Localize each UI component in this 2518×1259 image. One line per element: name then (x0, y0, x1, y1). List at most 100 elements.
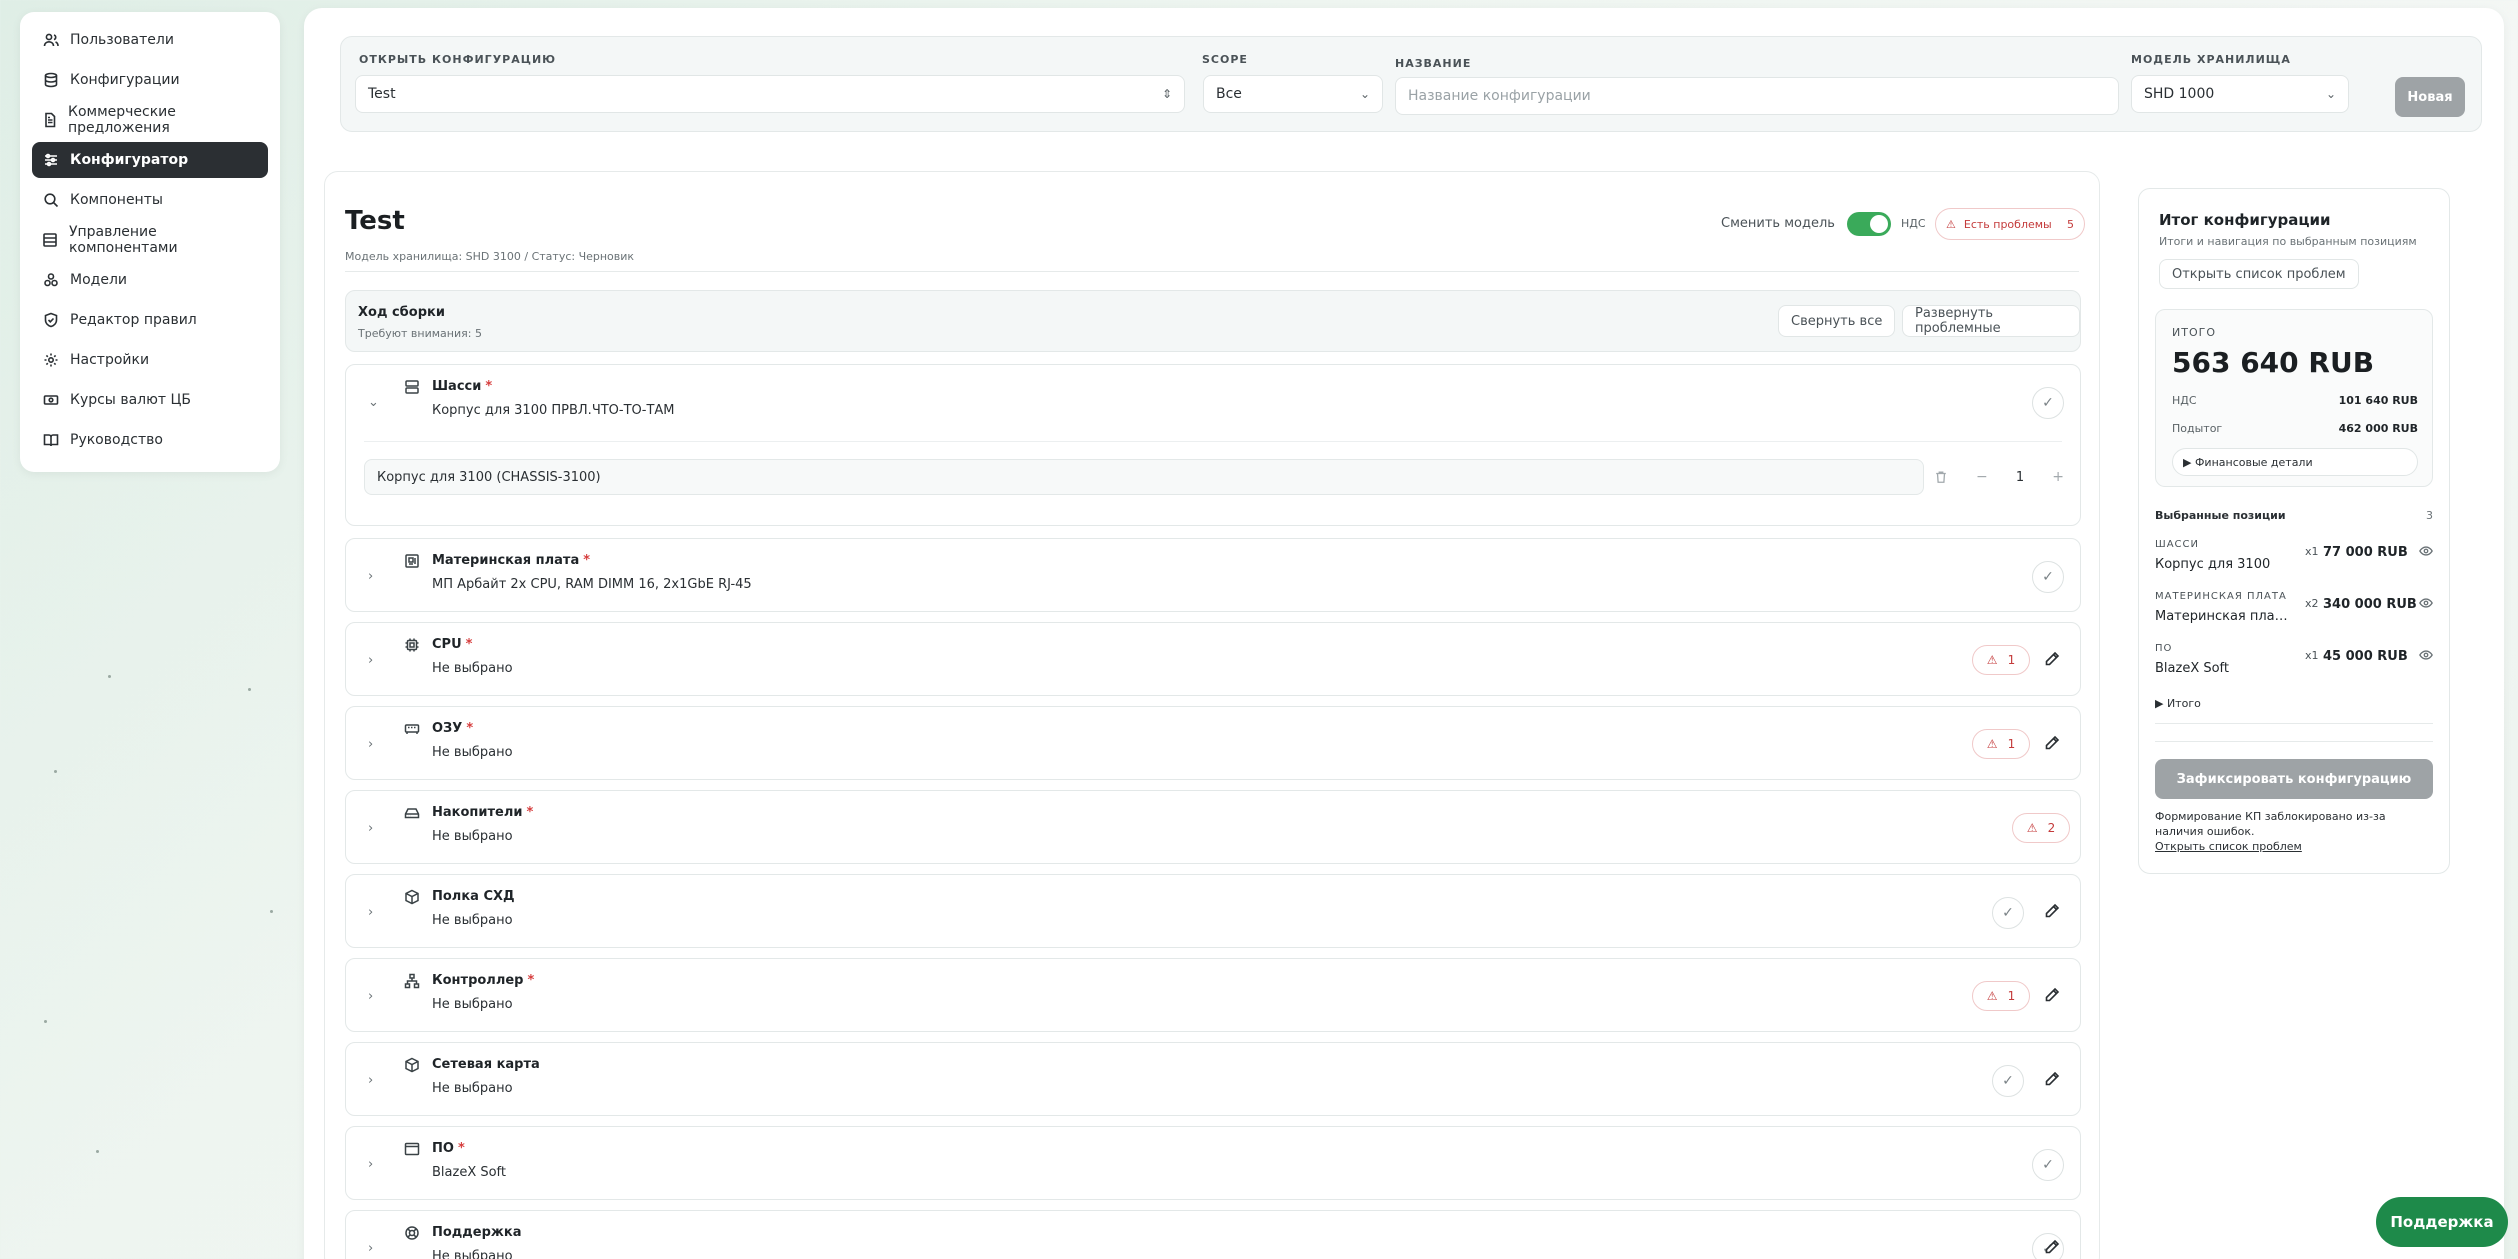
sidebar-item-guide[interactable]: Руководство (32, 422, 268, 458)
new-config-button[interactable]: Новая (2395, 77, 2465, 117)
chevron-right-icon[interactable]: › (368, 1073, 373, 1088)
pencil-icon[interactable] (2044, 1071, 2062, 1089)
open-config-select[interactable]: Test ⇕ (355, 75, 1185, 113)
summary-title: Итог конфигурации (2159, 211, 2331, 229)
scope-select[interactable]: Все ⌄ (1203, 75, 1383, 113)
component-row-drives[interactable]: › Накопители * Не выбрано ⚠ 2 (345, 790, 2081, 864)
sidebar-item-models[interactable]: Модели (32, 262, 268, 298)
component-row-support[interactable]: › Поддержка Не выбрано ✓ (345, 1210, 2081, 1259)
plus-icon[interactable]: + (2052, 469, 2064, 485)
check-icon: ✓ (2032, 387, 2064, 419)
quantity-stepper[interactable]: − 1 + (1954, 459, 2064, 495)
selected-items-header: Выбранные позиции 3 (2155, 509, 2433, 522)
required-mark: * (465, 637, 473, 652)
support-button[interactable]: Поддержка (2376, 1197, 2508, 1247)
total-toggle[interactable]: ▶ Итого (2155, 697, 2201, 710)
warning-icon: ⚠ (1986, 989, 1998, 1003)
warning-badge[interactable]: ⚠ 1 (1972, 981, 2030, 1011)
chevron-down-icon[interactable]: ⌄ (368, 395, 379, 410)
warning-badge[interactable]: ⚠ 1 (1972, 729, 2030, 759)
check-icon: ✓ (1992, 897, 2024, 929)
document-icon (42, 111, 58, 129)
fix-configuration-button[interactable]: Зафиксировать конфигурацию (2155, 759, 2433, 799)
eye-icon[interactable] (2419, 595, 2433, 614)
vat-toggle[interactable] (1847, 212, 1891, 236)
chassis-detail-field: Корпус для 3100 (CHASSIS-3100) (364, 459, 1924, 495)
open-issues-button[interactable]: Открыть список проблем (2159, 259, 2359, 289)
component-row-motherboard[interactable]: › Материнская плата * МП Арбайт 2x CPU, R… (345, 538, 2081, 612)
sidebar: Пользователи Конфигурации Коммерческие п… (20, 12, 280, 472)
chevron-right-icon[interactable]: › (368, 653, 373, 668)
component-row-storage-shelf[interactable]: › Полка СХД Не выбрано ✓ (345, 874, 2081, 948)
eye-icon[interactable] (2419, 543, 2433, 562)
subtotal-line: Подытог 462 000 RUB (2172, 422, 2418, 435)
check-icon: ✓ (2032, 561, 2064, 593)
collapse-all-button[interactable]: Свернуть все (1778, 305, 1896, 337)
sidebar-item-label: Руководство (70, 432, 163, 448)
chevron-right-icon[interactable]: › (368, 1241, 373, 1256)
open-issues-link[interactable]: Открыть список проблем (2155, 840, 2302, 853)
sidebar-item-currency-rates[interactable]: Курсы валют ЦБ (32, 382, 268, 418)
trash-icon[interactable] (1934, 469, 1948, 488)
component-row-controller[interactable]: › Контроллер * Не выбрано ⚠ 1 (345, 958, 2081, 1032)
config-subtitle: Модель хранилища: SHD 3100 / Статус: Чер… (345, 250, 635, 263)
required-mark: * (583, 553, 591, 568)
warning-badge[interactable]: ⚠ 2 (2012, 813, 2070, 843)
sidebar-item-label: Компоненты (70, 192, 163, 208)
issues-badge[interactable]: ⚠ Есть проблемы 5 (1935, 208, 2085, 240)
required-mark: * (485, 379, 493, 394)
required-mark: * (526, 805, 534, 820)
sidebar-item-users[interactable]: Пользователи (32, 22, 268, 58)
expand-problems-button[interactable]: Развернуть проблемные (1902, 305, 2080, 337)
total-amount: 563 640 RUB (2172, 346, 2375, 379)
sidebar-item-rule-editor[interactable]: Редактор правил (32, 302, 268, 338)
chevron-right-icon[interactable]: › (368, 737, 373, 752)
chevron-down-icon: ⌄ (1359, 87, 1370, 101)
component-row-cpu[interactable]: › CPU * Не выбрано ⚠ 1 (345, 622, 2081, 696)
sidebar-item-configurator[interactable]: Конфигуратор (32, 142, 268, 178)
storage-model-select[interactable]: SHD 1000 ⌄ (2131, 75, 2349, 113)
pencil-icon[interactable] (2044, 903, 2062, 921)
sidebar-item-component-management[interactable]: Управление компонентами (32, 222, 268, 258)
progress-title: Ход сборки (358, 305, 445, 320)
financial-details-toggle[interactable]: ▶ Финансовые детали (2172, 448, 2418, 476)
minus-icon[interactable]: − (1976, 469, 1988, 485)
vat-amount: 101 640 RUB (2338, 394, 2418, 407)
total-card: ИТОГО 563 640 RUB НДС 101 640 RUB Подытог… (2155, 309, 2433, 487)
issues-label: Есть проблемы (1963, 217, 2052, 231)
package-icon (404, 889, 422, 907)
change-model-label: Сменить модель (1721, 216, 1835, 231)
component-row-chassis[interactable]: ⌄ Шасси * Корпус для 3100 ПРВЛ.ЧТО-ТО-ТАМ… (345, 364, 2081, 526)
pencil-icon[interactable] (2044, 987, 2062, 1005)
sidebar-item-settings[interactable]: Настройки (32, 342, 268, 378)
sidebar-item-configurations[interactable]: Конфигурации (32, 62, 268, 98)
layout-icon (42, 231, 59, 249)
chevron-right-icon[interactable]: › (368, 1157, 373, 1172)
pencil-icon[interactable] (2044, 651, 2062, 669)
warning-icon: ⚠ (1986, 737, 1998, 751)
drive-icon (404, 805, 422, 823)
pencil-icon[interactable] (2044, 735, 2062, 753)
component-value: Не выбрано (432, 661, 513, 676)
server-icon (404, 379, 422, 397)
chevron-right-icon[interactable]: › (368, 989, 373, 1004)
sidebar-item-label: Курсы валют ЦБ (70, 392, 191, 408)
chevron-right-icon[interactable]: › (368, 821, 373, 836)
pencil-icon[interactable] (2044, 1239, 2062, 1257)
component-row-ram[interactable]: › ОЗУ * Не выбрано ⚠ 1 (345, 706, 2081, 780)
subtotal-amount: 462 000 RUB (2338, 422, 2418, 435)
chevron-down-icon: ⌄ (2325, 87, 2336, 101)
sidebar-item-components[interactable]: Компоненты (32, 182, 268, 218)
name-input[interactable]: Название конфигурации (1395, 77, 2119, 115)
issues-count: 5 (2067, 217, 2074, 231)
component-row-network-card[interactable]: › Сетевая карта Не выбрано ✓ (345, 1042, 2081, 1116)
warning-badge[interactable]: ⚠ 1 (1972, 645, 2030, 675)
component-row-software[interactable]: › ПО * BlazeX Soft ✓ (345, 1126, 2081, 1200)
chevron-right-icon[interactable]: › (368, 905, 373, 920)
component-name: Контроллер * (432, 973, 535, 988)
warning-icon: ⚠ (1986, 653, 1998, 667)
eye-icon[interactable] (2419, 647, 2433, 666)
sidebar-item-proposals[interactable]: Коммерческие предложения (32, 102, 268, 138)
search-icon (42, 191, 60, 209)
chevron-right-icon[interactable]: › (368, 569, 373, 584)
